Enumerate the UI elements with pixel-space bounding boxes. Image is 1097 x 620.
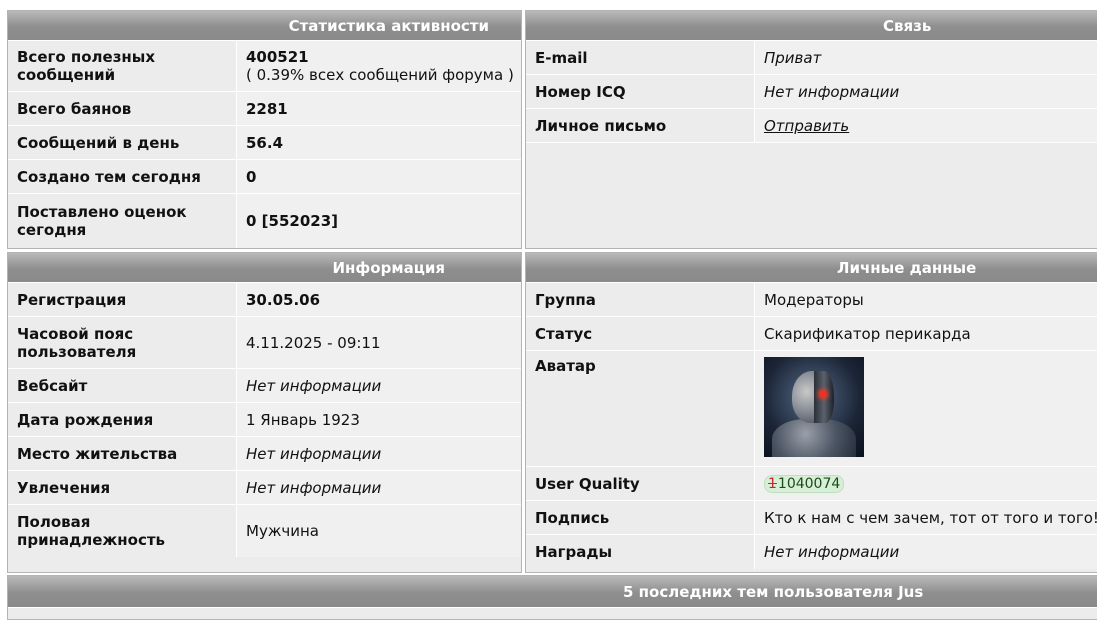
info-label-location: Место жительства bbox=[8, 437, 237, 470]
stats-value-posts: 400521 ( 0.39% всех сообщений форума ) bbox=[237, 41, 521, 91]
stats-row-posts: Всего полезных сообщений 400521 ( 0.39% … bbox=[8, 41, 521, 92]
info-row-gender: Половая принадлежность Мужчина bbox=[8, 505, 521, 557]
stats-row-perday: Сообщений в день 56.4 bbox=[8, 126, 521, 160]
contact-label-email: E-mail bbox=[526, 41, 755, 74]
stats-label-perday: Сообщений в день bbox=[8, 126, 237, 159]
stats-header: Статистика активности bbox=[8, 11, 521, 41]
stats-label-posts: Всего полезных сообщений bbox=[8, 41, 237, 91]
avatar-red-eye bbox=[820, 391, 826, 397]
user-quality-value: 1040074 bbox=[777, 475, 841, 492]
personal-title: Личные данные bbox=[837, 258, 977, 277]
user-quality-badge: 1 1040074 bbox=[764, 474, 845, 493]
contact-row-email: E-mail Приват bbox=[526, 41, 1097, 75]
personal-row-quality: User Quality 1 1040074 bbox=[526, 467, 1097, 501]
info-label-timezone: Часовой пояс пользователя bbox=[8, 317, 237, 368]
stats-posts-count: 400521 bbox=[246, 48, 309, 66]
info-title: Информация bbox=[332, 258, 446, 277]
contact-title: Связь bbox=[883, 16, 932, 35]
info-row-website: Вебсайт Нет информации bbox=[8, 369, 521, 403]
contact-panel: Связь E-mail Приват Номер ICQ Нет информ… bbox=[525, 10, 1097, 249]
info-label-birthday: Дата рождения bbox=[8, 403, 237, 436]
personal-value-quality: 1 1040074 bbox=[755, 467, 1097, 500]
stats-row-bayans: Всего баянов 2281 bbox=[8, 92, 521, 126]
personal-panel: Личные данные Группа Модераторы Статус С… bbox=[525, 252, 1097, 573]
info-value-birthday: 1 Январь 1923 bbox=[237, 403, 521, 436]
personal-value-group: Модераторы bbox=[755, 283, 1097, 316]
info-value-gender: Мужчина bbox=[237, 505, 521, 557]
info-panel: Информация Регистрация 30.05.06 Часовой … bbox=[7, 252, 522, 573]
personal-label-awards: Награды bbox=[526, 535, 755, 569]
contact-value-email: Приват bbox=[755, 41, 1097, 74]
info-value-hobbies: Нет информации bbox=[237, 471, 521, 504]
contact-row-icq: Номер ICQ Нет информации bbox=[526, 75, 1097, 109]
contact-label-icq: Номер ICQ bbox=[526, 75, 755, 108]
personal-label-signature: Подпись bbox=[526, 501, 755, 534]
personal-label-avatar: Аватар bbox=[526, 351, 755, 466]
stats-label-ratings: Поставлено оценок сегодня bbox=[8, 194, 237, 248]
personal-row-awards: Награды Нет информации bbox=[526, 535, 1097, 569]
info-label-gender: Половая принадлежность bbox=[8, 505, 237, 557]
info-label-hobbies: Увлечения bbox=[8, 471, 237, 504]
stats-value-bayans: 2281 bbox=[237, 92, 521, 125]
stats-value-topics-today: 0 bbox=[237, 160, 521, 193]
stats-value-perday: 56.4 bbox=[237, 126, 521, 159]
avatar bbox=[764, 357, 864, 457]
stats-panel: Статистика активности Всего полезных соо… bbox=[7, 10, 522, 249]
personal-label-status: Статус bbox=[526, 317, 755, 350]
contact-row-pm: Личное письмо Отправить bbox=[526, 109, 1097, 143]
info-value-location: Нет информации bbox=[237, 437, 521, 470]
stats-row-ratings: Поставлено оценок сегодня 0 [552023] bbox=[8, 194, 521, 248]
contact-value-icq: Нет информации bbox=[755, 75, 1097, 108]
stats-title: Статистика активности bbox=[288, 16, 489, 35]
info-row-registration: Регистрация 30.05.06 bbox=[8, 283, 521, 317]
personal-header: Личные данные bbox=[526, 253, 1097, 283]
personal-row-group: Группа Модераторы bbox=[526, 283, 1097, 317]
user-quality-prefix: 1 bbox=[768, 475, 777, 492]
contact-header: Связь bbox=[526, 11, 1097, 41]
contact-value-pm: Отправить bbox=[755, 109, 1097, 142]
info-header: Информация bbox=[8, 253, 521, 283]
recent-topics-title: 5 последних тем пользователя Jus bbox=[623, 582, 924, 601]
info-value-timezone: 4.11.2025 - 09:11 bbox=[237, 317, 521, 368]
recent-topics-header: 5 последних тем пользователя Jus bbox=[8, 576, 1097, 608]
contact-label-pm: Личное письмо bbox=[526, 109, 755, 142]
info-value-registration: 30.05.06 bbox=[237, 283, 521, 316]
personal-row-status: Статус Скарификатор перикарда bbox=[526, 317, 1097, 351]
recent-topics-panel: 5 последних тем пользователя Jus bbox=[7, 575, 1097, 620]
stats-posts-share: ( 0.39% всех сообщений форума ) bbox=[246, 66, 514, 84]
info-row-timezone: Часовой пояс пользователя 4.11.2025 - 09… bbox=[8, 317, 521, 369]
stats-row-topics-today: Создано тем сегодня 0 bbox=[8, 160, 521, 194]
personal-row-signature: Подпись Кто к нам с чем зачем, тот от то… bbox=[526, 501, 1097, 535]
stats-label-topics-today: Создано тем сегодня bbox=[8, 160, 237, 193]
personal-label-group: Группа bbox=[526, 283, 755, 316]
stats-label-bayans: Всего баянов bbox=[8, 92, 237, 125]
stats-value-ratings: 0 [552023] bbox=[237, 194, 521, 248]
info-value-website: Нет информации bbox=[237, 369, 521, 402]
info-row-birthday: Дата рождения 1 Январь 1923 bbox=[8, 403, 521, 437]
personal-value-avatar bbox=[755, 351, 1097, 466]
info-row-hobbies: Увлечения Нет информации bbox=[8, 471, 521, 505]
personal-value-signature: Кто к нам с чем зачем, тот от того и тог… bbox=[755, 501, 1097, 534]
personal-row-avatar: Аватар bbox=[526, 351, 1097, 467]
info-label-website: Вебсайт bbox=[8, 369, 237, 402]
info-row-location: Место жительства Нет информации bbox=[8, 437, 521, 471]
send-pm-link[interactable]: Отправить bbox=[764, 117, 849, 135]
personal-value-status: Скарификатор перикарда bbox=[755, 317, 1097, 350]
personal-value-awards: Нет информации bbox=[755, 535, 1097, 569]
info-label-registration: Регистрация bbox=[8, 283, 237, 316]
personal-label-quality: User Quality bbox=[526, 467, 755, 500]
avatar-cyborg-half bbox=[814, 371, 834, 423]
avatar-body bbox=[772, 419, 856, 457]
